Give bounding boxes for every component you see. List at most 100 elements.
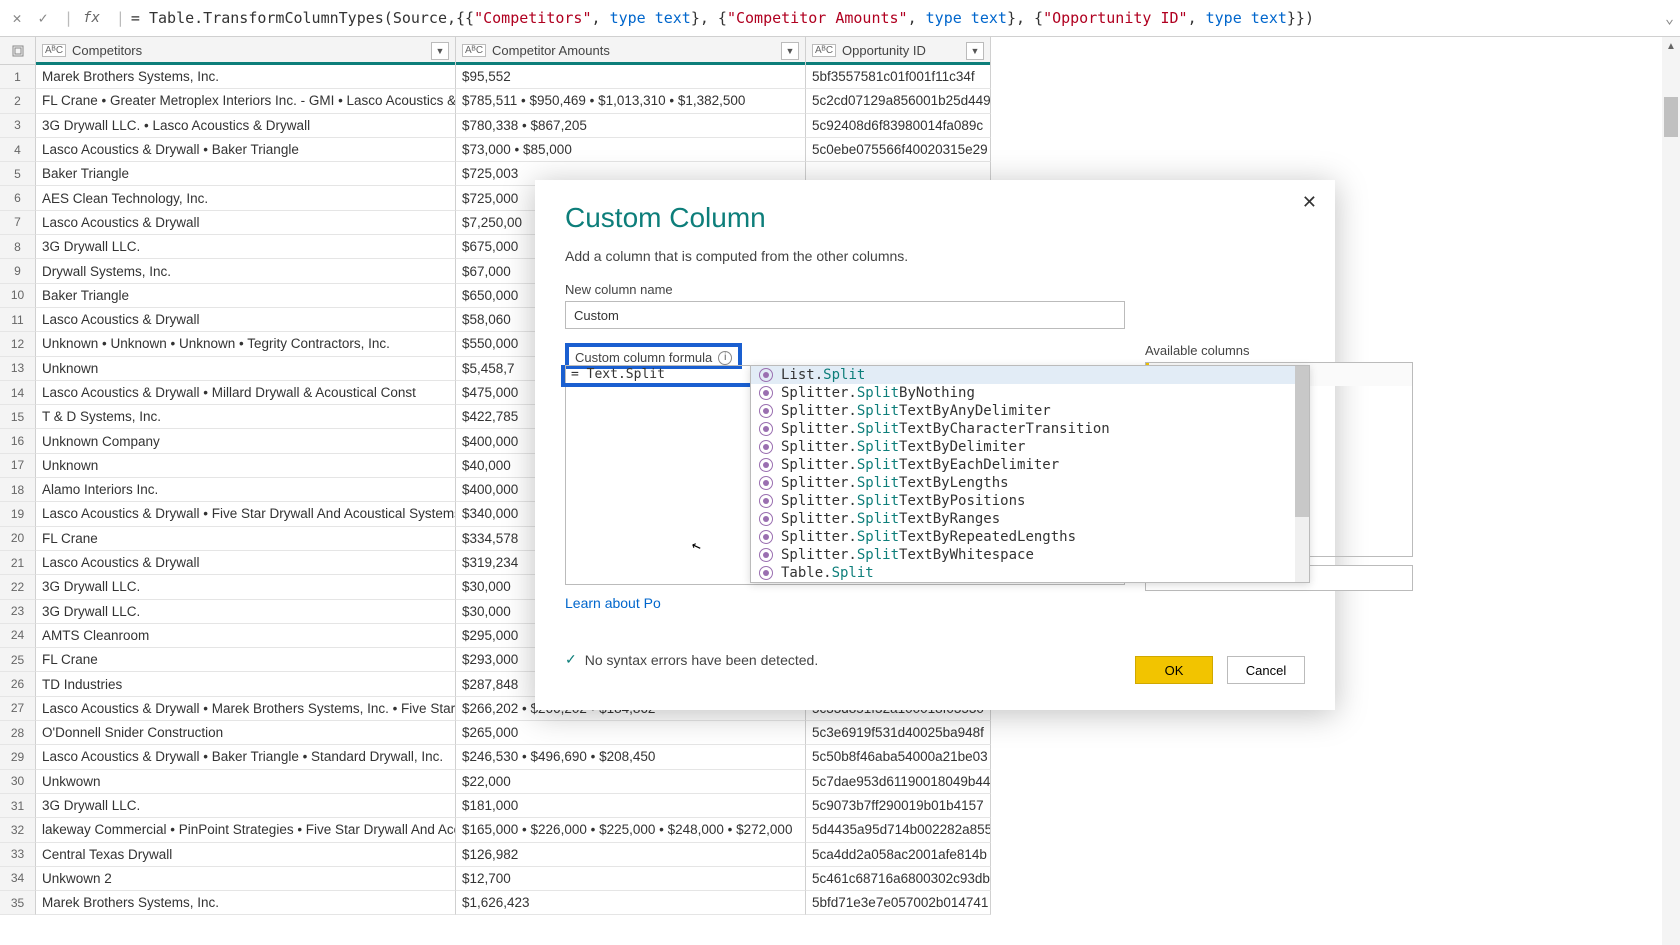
- cell-competitors[interactable]: Lasco Acoustics & Drywall • Baker Triang…: [36, 745, 456, 769]
- row-number[interactable]: 17: [0, 454, 36, 478]
- row-number[interactable]: 1: [0, 65, 36, 89]
- cell-competitors[interactable]: Unknown • Unknown • Unknown • Tegrity Co…: [36, 332, 456, 356]
- select-all-corner[interactable]: [0, 37, 36, 65]
- autocomplete-scrollbar[interactable]: [1295, 366, 1309, 582]
- learn-link[interactable]: Learn about Po: [565, 595, 661, 611]
- cell-competitors[interactable]: FL Crane: [36, 527, 456, 551]
- row-number[interactable]: 15: [0, 405, 36, 429]
- table-row[interactable]: 32lakeway Commercial • PinPoint Strategi…: [0, 818, 1680, 842]
- cell-amounts[interactable]: $265,000: [456, 721, 806, 745]
- autocomplete-item[interactable]: Splitter.SplitTextByEachDelimiter: [751, 456, 1309, 474]
- table-row[interactable]: 4Lasco Acoustics & Drywall • Baker Trian…: [0, 138, 1680, 162]
- autocomplete-item[interactable]: Splitter.SplitTextByRepeatedLengths: [751, 528, 1309, 546]
- row-number[interactable]: 8: [0, 235, 36, 259]
- cell-competitors[interactable]: 3G Drywall LLC. • Lasco Acoustics & Dryw…: [36, 114, 456, 138]
- table-row[interactable]: 29Lasco Acoustics & Drywall • Baker Tria…: [0, 745, 1680, 769]
- cell-opportunity-id[interactable]: 5ca4dd2a058ac2001afe814b: [806, 843, 991, 867]
- autocomplete-item[interactable]: Splitter.SplitTextByWhitespace: [751, 546, 1309, 564]
- table-row[interactable]: 30Unkwown$22,0005c7dae953d61190018049b44: [0, 770, 1680, 794]
- cell-amounts[interactable]: $1,626,423: [456, 891, 806, 915]
- row-number[interactable]: 26: [0, 672, 36, 696]
- cell-competitors[interactable]: AES Clean Technology, Inc.: [36, 186, 456, 210]
- row-number[interactable]: 7: [0, 211, 36, 235]
- row-number[interactable]: 31: [0, 794, 36, 818]
- table-row[interactable]: 1Marek Brothers Systems, Inc.$95,5525bf3…: [0, 65, 1680, 89]
- row-number[interactable]: 14: [0, 381, 36, 405]
- row-number[interactable]: 27: [0, 697, 36, 721]
- cell-competitors[interactable]: Unknown: [36, 357, 456, 381]
- cell-amounts[interactable]: $785,511 • $950,469 • $1,013,310 • $1,38…: [456, 89, 806, 113]
- column-header-amounts[interactable]: AᴮC Competitor Amounts ▼: [456, 37, 806, 65]
- expand-formula-icon[interactable]: ⌄: [1665, 9, 1674, 27]
- cell-competitors[interactable]: 3G Drywall LLC.: [36, 235, 456, 259]
- row-number[interactable]: 30: [0, 770, 36, 794]
- row-number[interactable]: 6: [0, 186, 36, 210]
- row-number[interactable]: 11: [0, 308, 36, 332]
- row-number[interactable]: 9: [0, 259, 36, 283]
- row-number[interactable]: 13: [0, 357, 36, 381]
- row-number[interactable]: 33: [0, 843, 36, 867]
- formula-bar-text[interactable]: = Table.TransformColumnTypes(Source,{{"C…: [131, 9, 1314, 27]
- autocomplete-item[interactable]: Splitter.SplitTextByLengths: [751, 474, 1309, 492]
- cell-competitors[interactable]: 3G Drywall LLC.: [36, 575, 456, 599]
- cell-opportunity-id[interactable]: 5c461c68716a6800302c93db: [806, 867, 991, 891]
- cancel-formula-icon[interactable]: ✕: [6, 7, 28, 29]
- row-number[interactable]: 34: [0, 867, 36, 891]
- cell-opportunity-id[interactable]: 5c2cd07129a856001b25d449: [806, 89, 991, 113]
- cell-competitors[interactable]: Lasco Acoustics & Drywall • Marek Brothe…: [36, 697, 456, 721]
- cell-competitors[interactable]: Marek Brothers Systems, Inc.: [36, 65, 456, 89]
- row-number[interactable]: 18: [0, 478, 36, 502]
- row-number[interactable]: 29: [0, 745, 36, 769]
- cell-competitors[interactable]: Baker Triangle: [36, 162, 456, 186]
- row-number[interactable]: 4: [0, 138, 36, 162]
- table-row[interactable]: 33G Drywall LLC. • Lasco Acoustics & Dry…: [0, 114, 1680, 138]
- autocomplete-item[interactable]: List.Split: [751, 366, 1309, 384]
- info-icon[interactable]: i: [718, 351, 732, 365]
- cell-opportunity-id[interactable]: 5bfd71e3e7e057002b014741: [806, 891, 991, 915]
- cell-competitors[interactable]: 3G Drywall LLC.: [36, 600, 456, 624]
- cell-competitors[interactable]: Alamo Interiors Inc.: [36, 478, 456, 502]
- cell-competitors[interactable]: Marek Brothers Systems, Inc.: [36, 891, 456, 915]
- autocomplete-item[interactable]: Table.Split: [751, 564, 1309, 582]
- ok-button[interactable]: OK: [1135, 656, 1213, 684]
- cell-opportunity-id[interactable]: 5c50b8f46aba54000a21be03: [806, 745, 991, 769]
- cell-competitors[interactable]: 3G Drywall LLC.: [36, 794, 456, 818]
- cell-competitors[interactable]: Lasco Acoustics & Drywall: [36, 551, 456, 575]
- cell-competitors[interactable]: Lasco Acoustics & Drywall • Baker Triang…: [36, 138, 456, 162]
- cell-opportunity-id[interactable]: 5c0ebe075566f40020315e29: [806, 138, 991, 162]
- row-number[interactable]: 24: [0, 624, 36, 648]
- cell-amounts[interactable]: $22,000: [456, 770, 806, 794]
- cell-competitors[interactable]: AMTS Cleanroom: [36, 624, 456, 648]
- cell-opportunity-id[interactable]: 5c92408d6f83980014fa089c: [806, 114, 991, 138]
- row-number[interactable]: 25: [0, 648, 36, 672]
- cell-amounts[interactable]: $165,000 • $226,000 • $225,000 • $248,00…: [456, 818, 806, 842]
- row-number[interactable]: 5: [0, 162, 36, 186]
- autocomplete-item[interactable]: Splitter.SplitTextByCharacterTransition: [751, 420, 1309, 438]
- cell-competitors[interactable]: Lasco Acoustics & Drywall: [36, 308, 456, 332]
- table-row[interactable]: 35Marek Brothers Systems, Inc.$1,626,423…: [0, 891, 1680, 915]
- cell-competitors[interactable]: Unknown: [36, 454, 456, 478]
- scroll-thumb[interactable]: [1664, 97, 1678, 137]
- row-number[interactable]: 3: [0, 114, 36, 138]
- column-dropdown-icon[interactable]: ▼: [431, 42, 449, 60]
- accept-formula-icon[interactable]: ✓: [32, 7, 54, 29]
- row-number[interactable]: 32: [0, 818, 36, 842]
- cell-amounts[interactable]: $73,000 • $85,000: [456, 138, 806, 162]
- table-row[interactable]: 28O'Donnell Snider Construction$265,0005…: [0, 721, 1680, 745]
- cell-competitors[interactable]: Lasco Acoustics & Drywall • Five Star Dr…: [36, 502, 456, 526]
- row-number[interactable]: 22: [0, 575, 36, 599]
- cell-competitors[interactable]: TD Industries: [36, 672, 456, 696]
- scroll-up-icon[interactable]: ▲: [1662, 37, 1680, 55]
- cell-competitors[interactable]: Central Texas Drywall: [36, 843, 456, 867]
- cell-competitors[interactable]: Unkwown 2: [36, 867, 456, 891]
- row-number[interactable]: 10: [0, 284, 36, 308]
- autocomplete-item[interactable]: Splitter.SplitTextByRanges: [751, 510, 1309, 528]
- table-row[interactable]: 313G Drywall LLC.$181,0005c9073b7ff29001…: [0, 794, 1680, 818]
- cell-opportunity-id[interactable]: 5d4435a95d714b002282a855: [806, 818, 991, 842]
- cell-amounts[interactable]: $12,700: [456, 867, 806, 891]
- column-dropdown-icon[interactable]: ▼: [781, 42, 799, 60]
- autocomplete-menu[interactable]: List.SplitSplitter.SplitByNothingSplitte…: [750, 365, 1310, 583]
- autocomplete-item[interactable]: Splitter.SplitTextByAnyDelimiter: [751, 402, 1309, 420]
- column-header-opportunity-id[interactable]: AᴮC Opportunity ID ▼: [806, 37, 991, 65]
- cell-amounts[interactable]: $181,000: [456, 794, 806, 818]
